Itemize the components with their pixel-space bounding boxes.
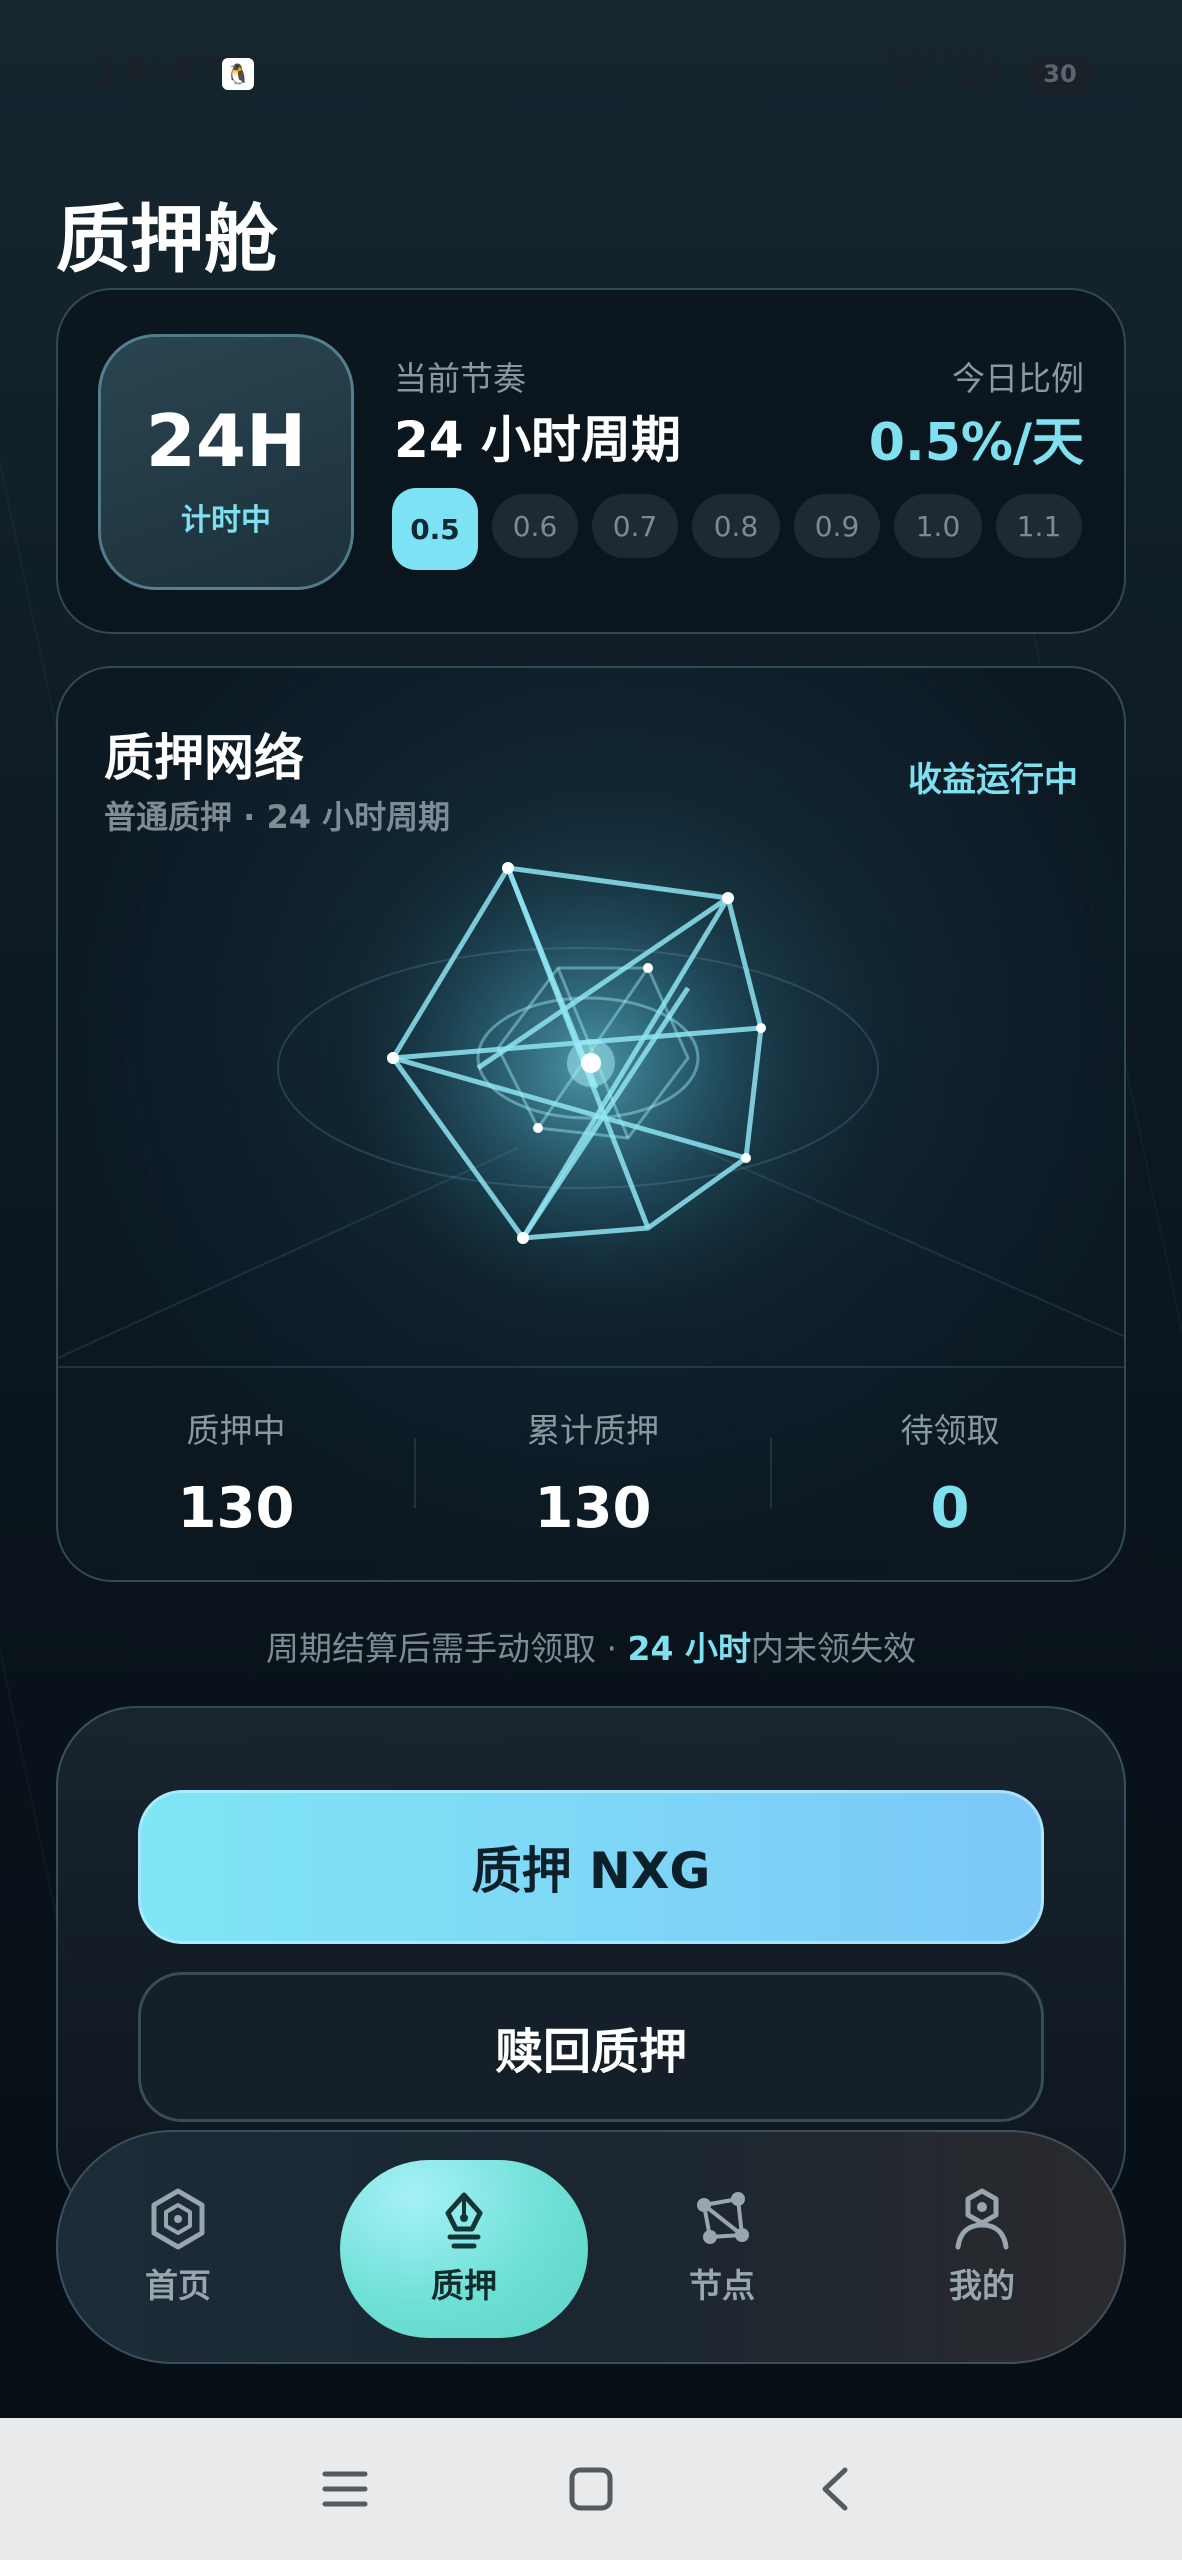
status-bar: 14:47 🐧 9.23 5GA KB/s 30 [0,0,1182,150]
nav-stake-label: 质押 [431,2266,497,2305]
current-rhythm-label: 当前节奏 [394,359,526,398]
home-square-icon[interactable] [556,2454,626,2524]
timer-status: 计时中 [181,503,271,538]
stat-value: 130 [177,1476,295,1541]
stat-value: 0 [930,1476,970,1541]
rate-option-0.5[interactable]: 0.5 [392,488,478,570]
notice-highlight: 24 小时 [627,1629,751,1668]
rhythm-card: 24H 计时中 当前节奏 24 小时周期 今日比例 0.5%/天 0.5 0.6… [56,288,1126,634]
rate-option-0.8[interactable]: 0.8 [692,494,780,558]
stat-label: 质押中 [186,1411,286,1450]
home-hexagon-icon [151,2188,205,2250]
stat-label: 累计质押 [527,1411,659,1450]
system-nav-bar [0,2418,1182,2560]
nav-node-label: 节点 [689,2266,755,2305]
nav-home[interactable]: 首页 [78,2132,278,2362]
stake-button[interactable]: 质押 NXG [138,1790,1044,1944]
status-time: 14:47 [92,48,225,94]
rate-option-0.6[interactable]: 0.6 [492,494,578,558]
nav-profile-label: 我的 [949,2266,1015,2305]
nav-profile[interactable]: 我的 [882,2132,1082,2362]
network-graphic [58,838,1124,1359]
current-rhythm-value: 24 小时周期 [394,411,681,469]
node-graph-icon [697,2192,749,2244]
nav-stake[interactable]: 质押 [340,2160,588,2338]
timer-box: 24H 计时中 [98,334,354,590]
stake-pen-icon [445,2192,483,2249]
rate-option-1.1[interactable]: 1.1 [996,494,1082,558]
page-title: 质押舱 [56,197,278,283]
nav-node[interactable]: 节点 [622,2132,822,2362]
today-ratio-value: 0.5%/天 [868,413,1084,473]
rate-option-0.7[interactable]: 0.7 [592,494,678,558]
signal-icon [960,54,996,90]
stat-value: 130 [534,1476,652,1541]
nav-home-label: 首页 [145,2266,211,2305]
menu-icon[interactable] [310,2454,380,2524]
bottom-nav: 首页 质押 节点 我的 [56,2130,1126,2364]
battery-icon: 30 [1026,55,1094,93]
timer-value: 24H [145,399,307,483]
rate-option-0.9[interactable]: 0.9 [794,494,880,558]
stat-pending-claim: 待领取 0 [772,1404,1124,1541]
notice-text: 周期结算后需手动领取 · [266,1629,628,1668]
network-card: 质押网络 普通质押 · 24 小时周期 收益运行中 质押中 130 累计质押 1… [56,666,1126,1582]
redeem-button[interactable]: 赎回质押 [138,1972,1044,2122]
claim-notice: 周期结算后需手动领取 · 24 小时内未领失效 [0,1622,1182,1670]
network-status: 收益运行中 [908,760,1078,800]
network-title: 质押网络 [104,729,304,787]
battery-level: 30 [1043,60,1077,88]
qq-notification-icon: 🐧 [222,58,254,90]
stat-total-staked: 累计质押 130 [415,1404,771,1541]
back-icon[interactable] [800,2454,870,2524]
stats-divider [58,1366,1124,1368]
rate-option-1.0[interactable]: 1.0 [894,494,982,558]
speed-value: 9.23 [888,48,935,70]
today-ratio-label: 今日比例 [952,359,1084,398]
stat-staking: 质押中 130 [58,1404,414,1541]
stat-label: 待领取 [900,1411,1000,1450]
profile-icon [955,2188,1009,2250]
notice-text-end: 内未领失效 [750,1629,916,1668]
